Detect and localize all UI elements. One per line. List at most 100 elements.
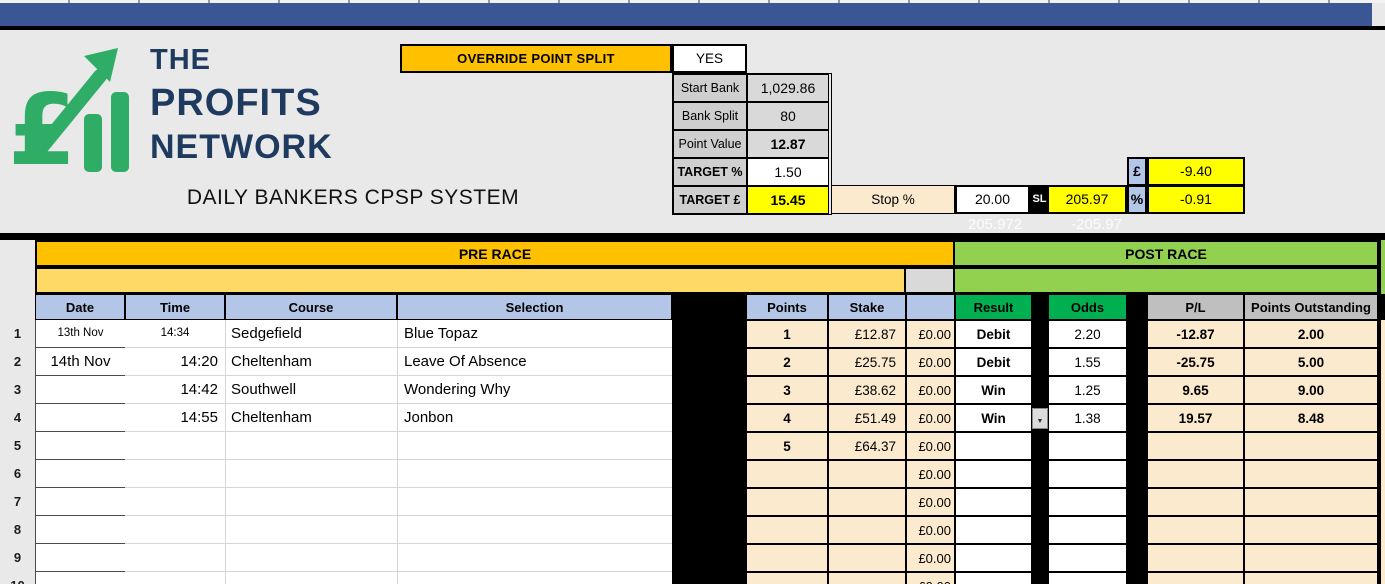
result-cell[interactable]: Win xyxy=(955,376,1032,404)
stake-cell[interactable]: £25.75 xyxy=(828,348,906,376)
pl-pct-value[interactable]: -0.91 xyxy=(1147,185,1245,214)
odds-cell[interactable] xyxy=(1048,572,1127,584)
time-cell[interactable] xyxy=(125,516,225,544)
odds-cell[interactable]: 2.20 xyxy=(1048,320,1127,348)
course-cell[interactable] xyxy=(225,432,397,460)
zero-stake-cell[interactable]: £0.00 xyxy=(906,544,955,572)
date-cell[interactable] xyxy=(35,432,125,460)
points-outstanding-cell[interactable]: 9.00 xyxy=(1244,376,1378,404)
time-cell[interactable] xyxy=(125,460,225,488)
pl-cell[interactable]: -25.75 xyxy=(1147,348,1244,376)
pl-cell[interactable]: 9.65 xyxy=(1147,376,1244,404)
points-cell[interactable] xyxy=(746,460,828,488)
result-cell[interactable] xyxy=(955,432,1032,460)
selection-cell[interactable] xyxy=(397,516,672,544)
odds-cell[interactable]: 1.55 xyxy=(1048,348,1127,376)
date-cell[interactable] xyxy=(35,516,125,544)
course-cell[interactable]: Sedgefield xyxy=(225,320,397,348)
result-cell[interactable]: Win xyxy=(955,404,1032,432)
pl-cell[interactable] xyxy=(1147,460,1244,488)
selection-cell[interactable]: Blue Topaz xyxy=(397,320,672,348)
points-outstanding-cell[interactable] xyxy=(1244,516,1378,544)
result-cell[interactable] xyxy=(955,544,1032,572)
stake-cell[interactable]: £64.37 xyxy=(828,432,906,460)
bank-split-value[interactable]: 80 xyxy=(747,102,829,130)
points-cell[interactable]: 2 xyxy=(746,348,828,376)
points-outstanding-cell[interactable] xyxy=(1244,432,1378,460)
odds-cell[interactable] xyxy=(1048,460,1127,488)
odds-cell[interactable] xyxy=(1048,432,1127,460)
start-bank-value[interactable]: 1,029.86 xyxy=(747,74,829,102)
time-cell[interactable]: 14:55 xyxy=(125,404,225,432)
points-cell[interactable]: 1 xyxy=(746,320,828,348)
point-value-value[interactable]: 12.87 xyxy=(747,130,829,158)
date-cell[interactable]: 13th Nov xyxy=(35,320,125,348)
time-cell[interactable] xyxy=(125,488,225,516)
points-cell[interactable]: 4 xyxy=(746,404,828,432)
points-cell[interactable] xyxy=(746,516,828,544)
points-outstanding-cell[interactable] xyxy=(1244,572,1378,584)
points-outstanding-cell[interactable]: 8.48 xyxy=(1244,404,1378,432)
selection-cell[interactable]: Jonbon xyxy=(397,404,672,432)
date-cell[interactable] xyxy=(35,404,125,432)
pl-cell[interactable]: -12.87 xyxy=(1147,320,1244,348)
stake-cell[interactable]: £12.87 xyxy=(828,320,906,348)
date-cell[interactable] xyxy=(35,572,125,584)
time-cell[interactable] xyxy=(125,432,225,460)
stop-pct-value[interactable]: 20.00 xyxy=(955,185,1030,214)
points-outstanding-cell[interactable] xyxy=(1244,488,1378,516)
points-outstanding-cell[interactable]: 2.00 xyxy=(1244,320,1378,348)
odds-cell[interactable] xyxy=(1048,516,1127,544)
date-cell[interactable] xyxy=(35,460,125,488)
stake-cell[interactable] xyxy=(828,544,906,572)
course-cell[interactable] xyxy=(225,544,397,572)
selection-cell[interactable] xyxy=(397,460,672,488)
time-cell[interactable] xyxy=(125,572,225,584)
date-cell[interactable]: 14th Nov xyxy=(35,348,125,376)
target-gbp-value[interactable]: 15.45 xyxy=(747,186,829,214)
zero-stake-cell[interactable]: £0.00 xyxy=(906,348,955,376)
pl-cell[interactable] xyxy=(1147,432,1244,460)
result-dropdown-button[interactable]: ▼ xyxy=(1032,408,1048,429)
course-cell[interactable]: Southwell xyxy=(225,376,397,404)
stake-cell[interactable] xyxy=(828,488,906,516)
points-cell[interactable]: 3 xyxy=(746,376,828,404)
course-cell[interactable] xyxy=(225,572,397,584)
zero-stake-cell[interactable]: £0.00 xyxy=(906,432,955,460)
time-cell[interactable]: 14:42 xyxy=(125,376,225,404)
odds-cell[interactable]: 1.25 xyxy=(1048,376,1127,404)
date-cell[interactable] xyxy=(35,376,125,404)
odds-cell[interactable] xyxy=(1048,488,1127,516)
stake-cell[interactable] xyxy=(828,516,906,544)
pl-gbp-value[interactable]: -9.40 xyxy=(1147,157,1245,186)
zero-stake-cell[interactable]: £0.00 xyxy=(906,516,955,544)
odds-cell[interactable]: 1.38 xyxy=(1048,404,1127,432)
pl-cell[interactable] xyxy=(1147,544,1244,572)
course-cell[interactable]: Cheltenham xyxy=(225,348,397,376)
points-outstanding-cell[interactable] xyxy=(1244,460,1378,488)
course-cell[interactable]: Cheltenham xyxy=(225,404,397,432)
course-cell[interactable] xyxy=(225,460,397,488)
stake-cell[interactable] xyxy=(828,572,906,584)
points-cell[interactable] xyxy=(746,544,828,572)
result-cell[interactable]: Debit xyxy=(955,320,1032,348)
zero-stake-cell[interactable]: £0.00 xyxy=(906,320,955,348)
selection-cell[interactable] xyxy=(397,544,672,572)
result-cell[interactable] xyxy=(955,516,1032,544)
selection-cell[interactable] xyxy=(397,488,672,516)
date-cell[interactable] xyxy=(35,544,125,572)
pl-cell[interactable] xyxy=(1147,516,1244,544)
pl-cell[interactable] xyxy=(1147,488,1244,516)
result-cell[interactable] xyxy=(955,488,1032,516)
stake-cell[interactable]: £38.62 xyxy=(828,376,906,404)
selection-cell[interactable]: Wondering Why xyxy=(397,376,672,404)
course-cell[interactable] xyxy=(225,488,397,516)
target-pct-value[interactable]: 1.50 xyxy=(747,158,829,186)
result-cell[interactable]: Debit xyxy=(955,348,1032,376)
pl-cell[interactable]: 19.57 xyxy=(1147,404,1244,432)
stake-cell[interactable] xyxy=(828,460,906,488)
time-cell[interactable]: 14:34 xyxy=(125,320,225,348)
time-cell[interactable]: 14:20 xyxy=(125,348,225,376)
override-value-cell[interactable]: YES xyxy=(672,44,747,73)
course-cell[interactable] xyxy=(225,516,397,544)
